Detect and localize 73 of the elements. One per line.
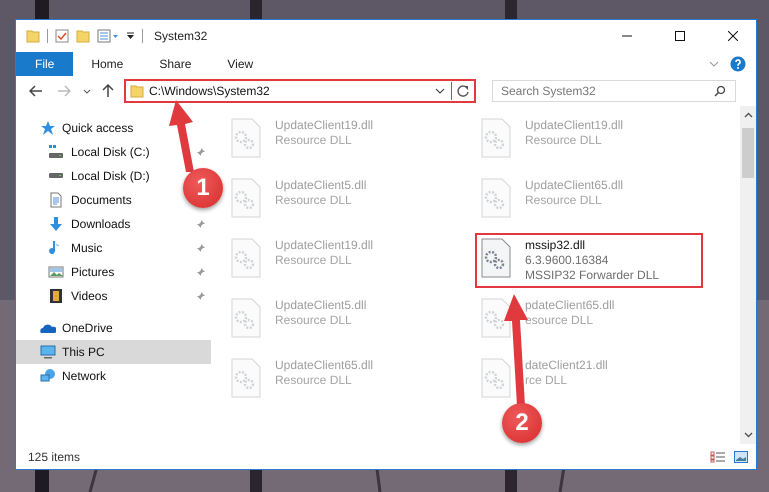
dll-file-icon — [231, 298, 261, 338]
dropdown-caret-icon[interactable] — [435, 88, 445, 94]
file-detail: Resource DLL — [275, 133, 353, 148]
scrollbar[interactable] — [740, 106, 756, 444]
file-detail: esource DLL — [525, 313, 594, 328]
dll-file-icon — [481, 238, 511, 278]
sidebar-item[interactable]: Documents — [16, 188, 176, 212]
computer-icon — [40, 344, 56, 360]
file-name: UpdateClient19.dll — [275, 118, 374, 133]
sidebar-item[interactable]: OneDrive — [16, 316, 176, 340]
dll-file-icon — [481, 358, 511, 398]
dll-file-icon — [481, 298, 511, 338]
sidebar-item[interactable]: Quick access — [16, 116, 176, 140]
scroll-down-icon[interactable] — [744, 432, 752, 438]
dll-file-icon — [231, 118, 261, 158]
dll-file-icon — [231, 358, 261, 398]
maximize-icon[interactable] — [675, 31, 685, 41]
minimize-icon[interactable] — [622, 35, 632, 37]
scroll-up-icon[interactable] — [744, 112, 752, 118]
search-field[interactable]: Search System32 — [492, 80, 736, 102]
scrollbar-thumb[interactable] — [742, 128, 754, 178]
sidebar-item[interactable]: Local Disk (D:) — [16, 164, 176, 188]
star-icon — [40, 120, 56, 136]
details-view-icon[interactable] — [710, 450, 726, 462]
properties-icon[interactable] — [55, 29, 69, 43]
file-name: dateClient21.dll — [525, 358, 608, 373]
folder-icon — [130, 84, 144, 98]
file-name: UpdateClient5.dll — [275, 178, 366, 193]
file-name: UpdateClient19.dll — [525, 118, 624, 133]
sidebar-item[interactable]: This PC — [16, 340, 211, 364]
customize-caret-icon[interactable] — [126, 31, 135, 41]
file-detail: Resource DLL — [275, 373, 353, 388]
folder-icon — [76, 30, 90, 42]
folder-icon — [26, 30, 40, 42]
pictures-icon — [48, 264, 64, 280]
dll-file-icon — [231, 238, 261, 278]
file-name: mssip32.dll — [525, 238, 586, 253]
view-options-icon[interactable] — [97, 29, 119, 43]
file-detail: MSSIP32 Forwarder DLL — [525, 268, 660, 283]
drive-icon — [48, 144, 64, 160]
dll-file-icon — [231, 178, 261, 218]
document-icon — [48, 192, 64, 208]
sidebar-item[interactable]: Videos — [16, 284, 176, 308]
file-detail: Resource DLL — [275, 193, 353, 208]
address-field[interactable]: C:\Windows\System32 — [124, 79, 476, 103]
file-detail: 6.3.9600.16384 — [525, 253, 610, 268]
file-name: UpdateClient65.dll — [275, 358, 374, 373]
file-name: pdateClient65.dll — [525, 298, 614, 313]
sidebar-item[interactable]: Pictures — [16, 260, 176, 284]
film-icon — [48, 288, 64, 304]
item-count: 125 items — [28, 450, 82, 464]
file-detail: Resource DLL — [275, 253, 353, 268]
file-name: UpdateClient65.dll — [525, 178, 624, 193]
file-detail: Resource DLL — [525, 193, 603, 208]
close-icon[interactable] — [728, 31, 738, 41]
file-menu-button[interactable]: File — [16, 52, 74, 76]
file-detail: rce DLL — [525, 373, 568, 388]
network-icon — [40, 368, 56, 384]
download-icon — [48, 216, 64, 232]
file-name: UpdateClient19.dll — [275, 238, 374, 253]
sidebar-item[interactable]: Network — [16, 364, 176, 388]
dll-file-icon — [481, 118, 511, 158]
file-item[interactable]: mssip32.dll 6.3.9600.16384 MSSIP32 Forwarder DLL — [475, 233, 703, 288]
sidebar-item[interactable]: Downloads — [16, 212, 176, 236]
sidebar-item[interactable]: Music — [16, 236, 176, 260]
sidebar-item[interactable]: Local Disk (C:) — [16, 140, 176, 164]
window-title: System32 — [154, 29, 208, 43]
file-detail: Resource DLL — [275, 313, 353, 328]
dll-file-icon — [481, 178, 511, 218]
file-name: UpdateClient5.dll — [275, 298, 366, 313]
drive-icon — [48, 173, 64, 179]
file-detail: Resource DLL — [525, 133, 603, 148]
large-icons-view-icon[interactable] — [734, 450, 748, 462]
